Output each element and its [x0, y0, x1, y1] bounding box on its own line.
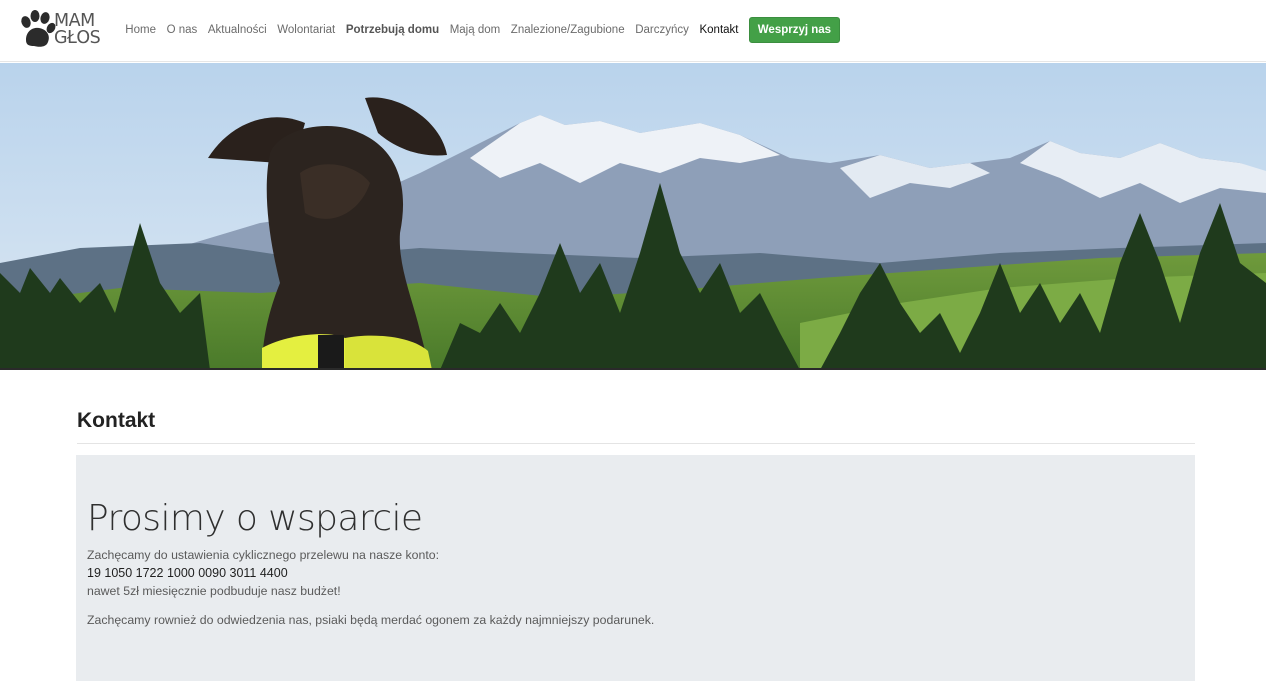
support-us-button[interactable]: Wesprzyj nas [748, 17, 841, 43]
nav-kontakt[interactable]: Kontakt [694, 17, 744, 43]
dog-mountains-photo [0, 63, 1266, 368]
page-title: Kontakt [77, 409, 156, 432]
nav-darczyncy[interactable]: Darczyńcy [630, 17, 694, 43]
main-nav: Home O nas Aktualności Wolontariat Potrz… [120, 17, 841, 43]
nav-aktualnosci[interactable]: Aktualności [203, 17, 272, 43]
nav-home[interactable]: Home [120, 17, 161, 43]
support-intro: Zachęcamy do ustawienia cyklicznego prze… [87, 548, 440, 562]
support-panel: Prosimy o wsparcie Zachęcamy do ustawien… [76, 455, 1195, 681]
brand-logo[interactable]: MAM GŁOS [16, 8, 108, 52]
hero-banner [0, 63, 1266, 370]
paw-icon [21, 10, 56, 47]
nav-wolontariat[interactable]: Wolontariat [272, 17, 341, 43]
nav-potrzebuja-domu[interactable]: Potrzebują domu [341, 17, 445, 43]
nav-znalezione-zagubione[interactable]: Znalezione/Zagubione [506, 17, 630, 43]
support-note: nawet 5zł miesięcznie podbuduje nasz bud… [87, 584, 341, 598]
support-heading: Prosimy o wsparcie [87, 498, 423, 539]
brand-line-2: GŁOS [54, 28, 101, 48]
bank-account-number: 19 1050 1722 1000 0090 3011 4400 [87, 566, 288, 580]
nav-maja-dom[interactable]: Mają dom [444, 17, 505, 43]
nav-o-nas[interactable]: O nas [161, 17, 202, 43]
title-divider [77, 443, 1195, 444]
support-visit: Zachęcamy rownież do odwiedzenia nas, ps… [87, 613, 655, 627]
top-navbar: MAM GŁOS Home O nas Aktualności Wolontar… [0, 0, 1266, 62]
